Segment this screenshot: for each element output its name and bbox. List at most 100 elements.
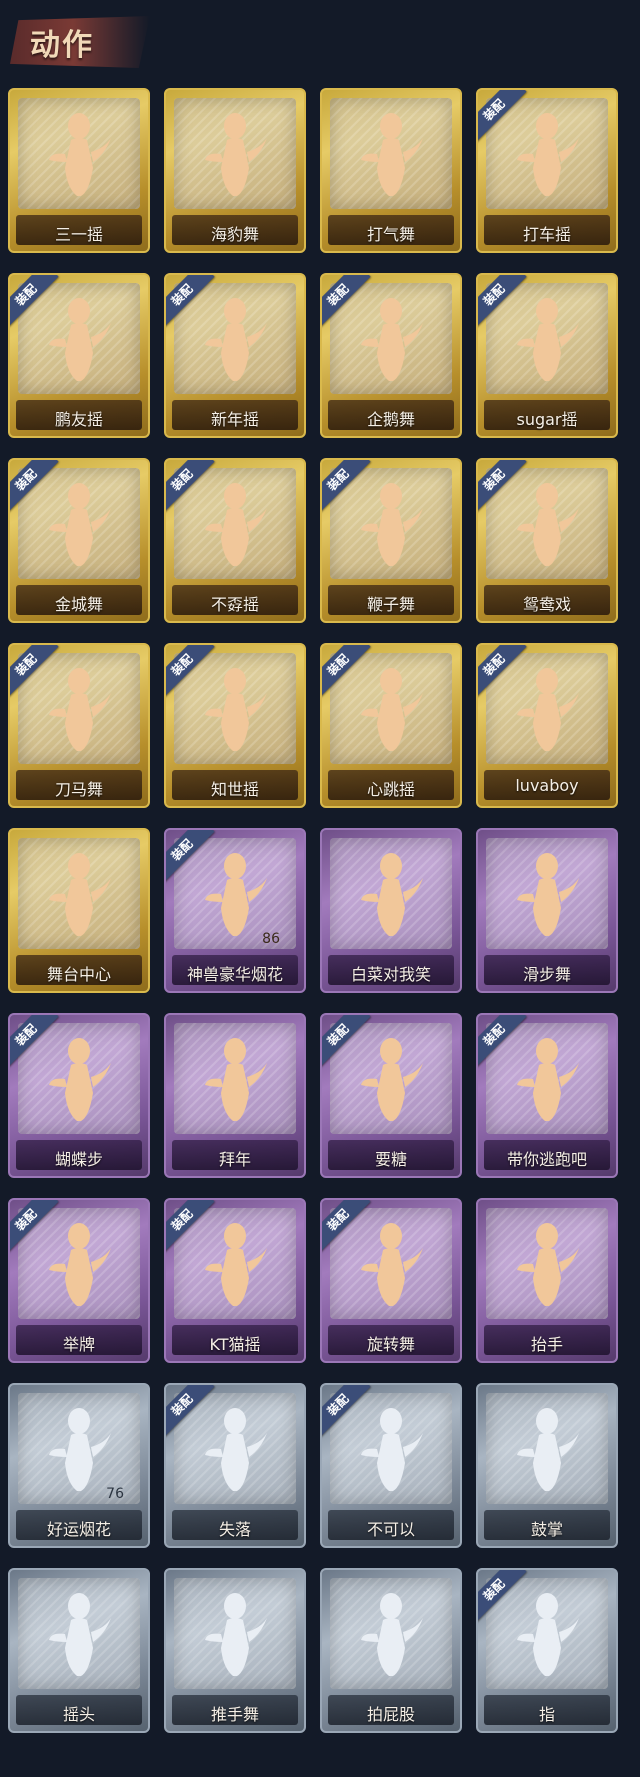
card-label-bar: 舞台中心 — [16, 955, 142, 985]
dance-figure-icon — [517, 113, 579, 196]
dance-figure-icon — [517, 853, 579, 936]
card-label-bar: 心跳摇 — [328, 770, 454, 800]
card-label: 鹏友摇 — [54, 410, 103, 429]
card-label: 鸳鸯戏 — [522, 595, 571, 614]
card-label: 神兽豪华烟花 — [186, 965, 283, 984]
emote-card[interactable]: 要糖 装配 — [320, 1013, 462, 1178]
emote-card[interactable]: 鼓掌 — [476, 1383, 618, 1548]
card-label-bar: 指 — [484, 1695, 610, 1725]
item-count: 76 — [106, 1486, 124, 1502]
card-label-bar: 新年摇 — [172, 400, 298, 430]
slap-figure-icon — [361, 1593, 423, 1676]
card-label: 心跳摇 — [366, 780, 415, 799]
emote-card[interactable]: 企鹅舞 装配 — [320, 273, 462, 438]
emote-card[interactable]: 举牌 装配 — [8, 1198, 150, 1363]
emote-card[interactable]: 蝴蝶步 装配 — [8, 1013, 150, 1178]
fireworks-icon — [205, 853, 267, 936]
dance-figure-icon — [49, 1038, 111, 1121]
emote-card[interactable]: 鸳鸯戏 装配 — [476, 458, 618, 623]
card-label: 拜年 — [218, 1150, 251, 1169]
card-label-bar: luvaboy — [484, 770, 610, 800]
emote-card[interactable]: 鹏友摇 装配 — [8, 273, 150, 438]
emote-card[interactable]: 滑步舞 — [476, 828, 618, 993]
card-label-bar: 金城舞 — [16, 585, 142, 615]
emote-card[interactable]: 带你逃跑吧 装配 — [476, 1013, 618, 1178]
card-label-bar: 推手舞 — [172, 1695, 298, 1725]
card-label: 摇头 — [62, 1705, 95, 1724]
emote-card[interactable]: 知世摇 装配 — [164, 643, 306, 808]
card-label: 打车摇 — [522, 225, 571, 244]
emote-card[interactable]: 新年摇 装配 — [164, 273, 306, 438]
emote-card[interactable]: 76 好运烟花 — [8, 1383, 150, 1548]
firework-can-icon — [49, 1408, 111, 1491]
card-label: 刀马舞 — [54, 780, 103, 799]
emote-card[interactable]: 86 神兽豪华烟花 装配 — [164, 828, 306, 993]
emote-card[interactable]: 海豹舞 — [164, 88, 306, 253]
card-label-bar: 拍屁股 — [328, 1695, 454, 1725]
emote-card[interactable]: sugar摇 装配 — [476, 273, 618, 438]
card-label-bar: 旋转舞 — [328, 1325, 454, 1355]
emote-card[interactable]: 舞台中心 — [8, 828, 150, 993]
card-label: KT猫摇 — [209, 1335, 261, 1354]
emote-card[interactable]: 鞭子舞 装配 — [320, 458, 462, 623]
dance-figure-icon — [517, 1038, 579, 1121]
finger-wag-icon — [361, 1408, 423, 1491]
emote-card[interactable]: luvaboy 装配 — [476, 643, 618, 808]
emote-card[interactable]: 不可以 装配 — [320, 1383, 462, 1548]
dance-figure-icon — [361, 298, 423, 381]
card-label: 舞台中心 — [46, 965, 111, 984]
card-label-bar: 打车摇 — [484, 215, 610, 245]
card-label: 鞭子舞 — [366, 595, 415, 614]
emote-card[interactable]: 打车摇 装配 — [476, 88, 618, 253]
emote-card[interactable]: KT猫摇 装配 — [164, 1198, 306, 1363]
point-figure-icon — [517, 1593, 579, 1676]
card-label-bar: 神兽豪华烟花 — [172, 955, 298, 985]
emote-card[interactable]: 指装配 — [476, 1568, 618, 1733]
card-label-bar: 带你逃跑吧 — [484, 1140, 610, 1170]
card-label: 举牌 — [62, 1335, 95, 1354]
dance-figure-icon — [49, 853, 111, 936]
emote-card[interactable]: 不孬摇 装配 — [164, 458, 306, 623]
card-label-bar: 三一摇 — [16, 215, 142, 245]
card-label-bar: 鸳鸯戏 — [484, 585, 610, 615]
card-label-bar: 鞭子舞 — [328, 585, 454, 615]
card-label: 不可以 — [366, 1520, 415, 1539]
dance-figure-icon — [361, 483, 423, 566]
emote-card[interactable]: 抬手 — [476, 1198, 618, 1363]
sign-figure-icon — [49, 1223, 111, 1306]
emote-card[interactable]: 刀马舞 装配 — [8, 643, 150, 808]
emote-card[interactable]: 心跳摇 装配 — [320, 643, 462, 808]
card-label: 海豹舞 — [210, 225, 259, 244]
emote-card[interactable]: 失落 装配 — [164, 1383, 306, 1548]
card-label-bar: KT猫摇 — [172, 1325, 298, 1355]
emote-card[interactable]: 金城舞 装配 — [8, 458, 150, 623]
emote-card[interactable]: 摇头 — [8, 1568, 150, 1733]
spin-figure-icon — [361, 1223, 423, 1306]
card-label: 蝴蝶步 — [54, 1150, 103, 1169]
card-label-bar: 滑步舞 — [484, 955, 610, 985]
card-label-bar: 刀马舞 — [16, 770, 142, 800]
emote-card[interactable]: 推手舞 — [164, 1568, 306, 1733]
card-label-bar: 要糖 — [328, 1140, 454, 1170]
dance-figure-icon — [205, 113, 267, 196]
card-label: 要糖 — [374, 1150, 407, 1169]
emote-card[interactable]: 白菜对我笑 — [320, 828, 462, 993]
card-label-bar: 摇头 — [16, 1695, 142, 1725]
dance-figure-icon — [205, 298, 267, 381]
dance-figure-icon — [517, 298, 579, 381]
emote-card[interactable]: 拜年 — [164, 1013, 306, 1178]
emote-card[interactable]: 拍屁股 — [320, 1568, 462, 1733]
ask-figure-icon — [361, 1038, 423, 1121]
page-title: 动作 — [30, 28, 94, 63]
card-label-bar: 白菜对我笑 — [328, 955, 454, 985]
card-label: 抬手 — [530, 1335, 563, 1354]
card-label: luvaboy — [515, 776, 579, 795]
dance-figure-icon — [361, 668, 423, 751]
emote-card[interactable]: 打气舞 — [320, 88, 462, 253]
dance-figure-icon — [517, 483, 579, 566]
emote-card[interactable]: 旋转舞 装配 — [320, 1198, 462, 1363]
emote-card[interactable]: 三一摇 — [8, 88, 150, 253]
card-label: 三一摇 — [54, 225, 103, 244]
dance-figure-icon — [49, 483, 111, 566]
card-label-bar: 打气舞 — [328, 215, 454, 245]
